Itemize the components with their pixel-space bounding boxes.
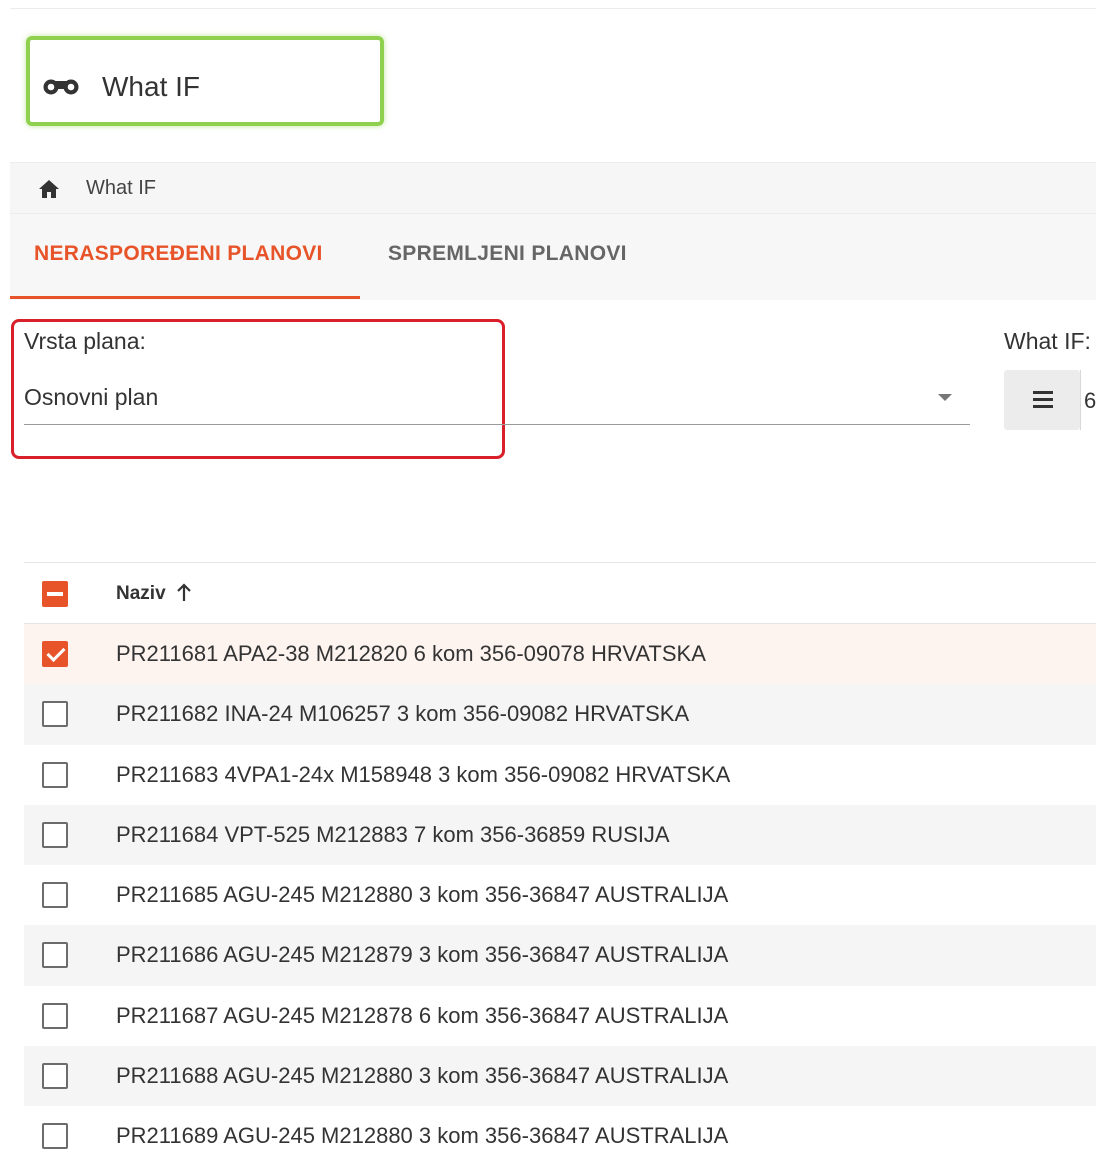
breadcrumb: What IF bbox=[10, 162, 1096, 214]
row-name: PR211689 AGU-245 M212880 3 kom 356-36847… bbox=[116, 1123, 729, 1149]
row-name: PR211683 4VPA1-24x M158948 3 kom 356-090… bbox=[116, 761, 731, 787]
page-title: What IF bbox=[102, 71, 201, 102]
table-row[interactable]: PR211685 AGU-245 M212880 3 kom 356-36847… bbox=[24, 865, 1096, 925]
home-icon[interactable] bbox=[38, 179, 60, 199]
dropdown-caret-icon[interactable] bbox=[938, 394, 952, 401]
tab-nerasporedeni-planovi[interactable]: NERASPOREĐENI PLANOVI bbox=[34, 242, 323, 266]
table-row[interactable]: PR211686 AGU-245 M212879 3 kom 356-36847… bbox=[24, 925, 1096, 986]
page-title-card: What IF bbox=[26, 36, 384, 126]
menu-icon bbox=[1033, 391, 1053, 409]
row-name: PR211688 AGU-245 M212880 3 kom 356-36847… bbox=[116, 1063, 729, 1089]
what-if-input[interactable]: 6 bbox=[1080, 370, 1096, 430]
row-name: PR211687 AGU-245 M212878 6 kom 356-36847… bbox=[116, 1002, 729, 1028]
plan-type-label: Vrsta plana: bbox=[24, 328, 146, 354]
top-divider bbox=[10, 8, 1096, 9]
select-all-checkbox[interactable] bbox=[42, 581, 68, 607]
tab-spremljeni-planovi[interactable]: SPREMLJENI PLANOVI bbox=[388, 242, 627, 266]
table-row[interactable]: PR211684 VPT-525 M212883 7 kom 356-36859… bbox=[24, 804, 1096, 866]
row-checkbox[interactable] bbox=[42, 761, 68, 788]
row-checkbox[interactable] bbox=[42, 821, 68, 848]
row-checkbox[interactable] bbox=[42, 882, 68, 909]
row-name: PR211684 VPT-525 M212883 7 kom 356-36859… bbox=[116, 821, 670, 847]
tab-bar: NERASPOREĐENI PLANOVI SPREMLJENI PLANOVI bbox=[10, 214, 1096, 300]
breadcrumb-current: What IF bbox=[86, 177, 157, 199]
table-row[interactable]: PR211681 APA2-38 M212820 6 kom 356-09078… bbox=[24, 624, 1096, 685]
table-row[interactable]: PR211683 4VPA1-24x M158948 3 kom 356-090… bbox=[24, 745, 1096, 805]
row-checkbox[interactable] bbox=[42, 1002, 68, 1029]
row-name: PR211681 APA2-38 M212820 6 kom 356-09078… bbox=[116, 641, 706, 666]
row-checkbox[interactable] bbox=[42, 1123, 68, 1150]
row-checkbox[interactable] bbox=[42, 1063, 68, 1090]
row-checkbox[interactable] bbox=[42, 942, 68, 969]
what-if-label: What IF: bbox=[1004, 328, 1091, 354]
plans-table: Naziv PR211681 APA2-38 M212820 6 kom 356… bbox=[24, 562, 1096, 1152]
what-if-page: What IF What IF NERASPOREĐENI PLANOVI SP… bbox=[0, 0, 1096, 1152]
table-row[interactable]: PR211687 AGU-245 M212878 6 kom 356-36847… bbox=[24, 986, 1096, 1046]
table-row[interactable]: PR211688 AGU-245 M212880 3 kom 356-36847… bbox=[24, 1046, 1096, 1107]
what-if-menu-button[interactable] bbox=[1004, 370, 1080, 430]
table-row[interactable]: PR211689 AGU-245 M212880 3 kom 356-36847… bbox=[24, 1106, 1096, 1152]
table-row[interactable]: PR211682 INA-24 M106257 3 kom 356-09082 … bbox=[24, 684, 1096, 745]
table-header: Naziv bbox=[24, 562, 1096, 624]
what-if-value: 6 bbox=[1084, 388, 1096, 413]
row-name: PR211686 AGU-245 M212879 3 kom 356-36847… bbox=[116, 942, 729, 968]
row-name: PR211685 AGU-245 M212880 3 kom 356-36847… bbox=[116, 882, 729, 908]
row-checkbox[interactable] bbox=[42, 641, 68, 667]
table-body: PR211681 APA2-38 M212820 6 kom 356-09078… bbox=[24, 624, 1096, 1152]
sort-ascending-icon[interactable] bbox=[176, 583, 192, 603]
row-name: PR211682 INA-24 M106257 3 kom 356-09082 … bbox=[116, 701, 690, 727]
active-tab-indicator bbox=[10, 296, 360, 299]
column-header-naziv[interactable]: Naziv bbox=[116, 583, 166, 605]
row-checkbox[interactable] bbox=[42, 701, 68, 728]
plan-type-select[interactable]: Osnovni plan bbox=[24, 384, 158, 411]
binoculars-icon bbox=[43, 79, 79, 95]
plan-type-underline bbox=[24, 424, 970, 425]
